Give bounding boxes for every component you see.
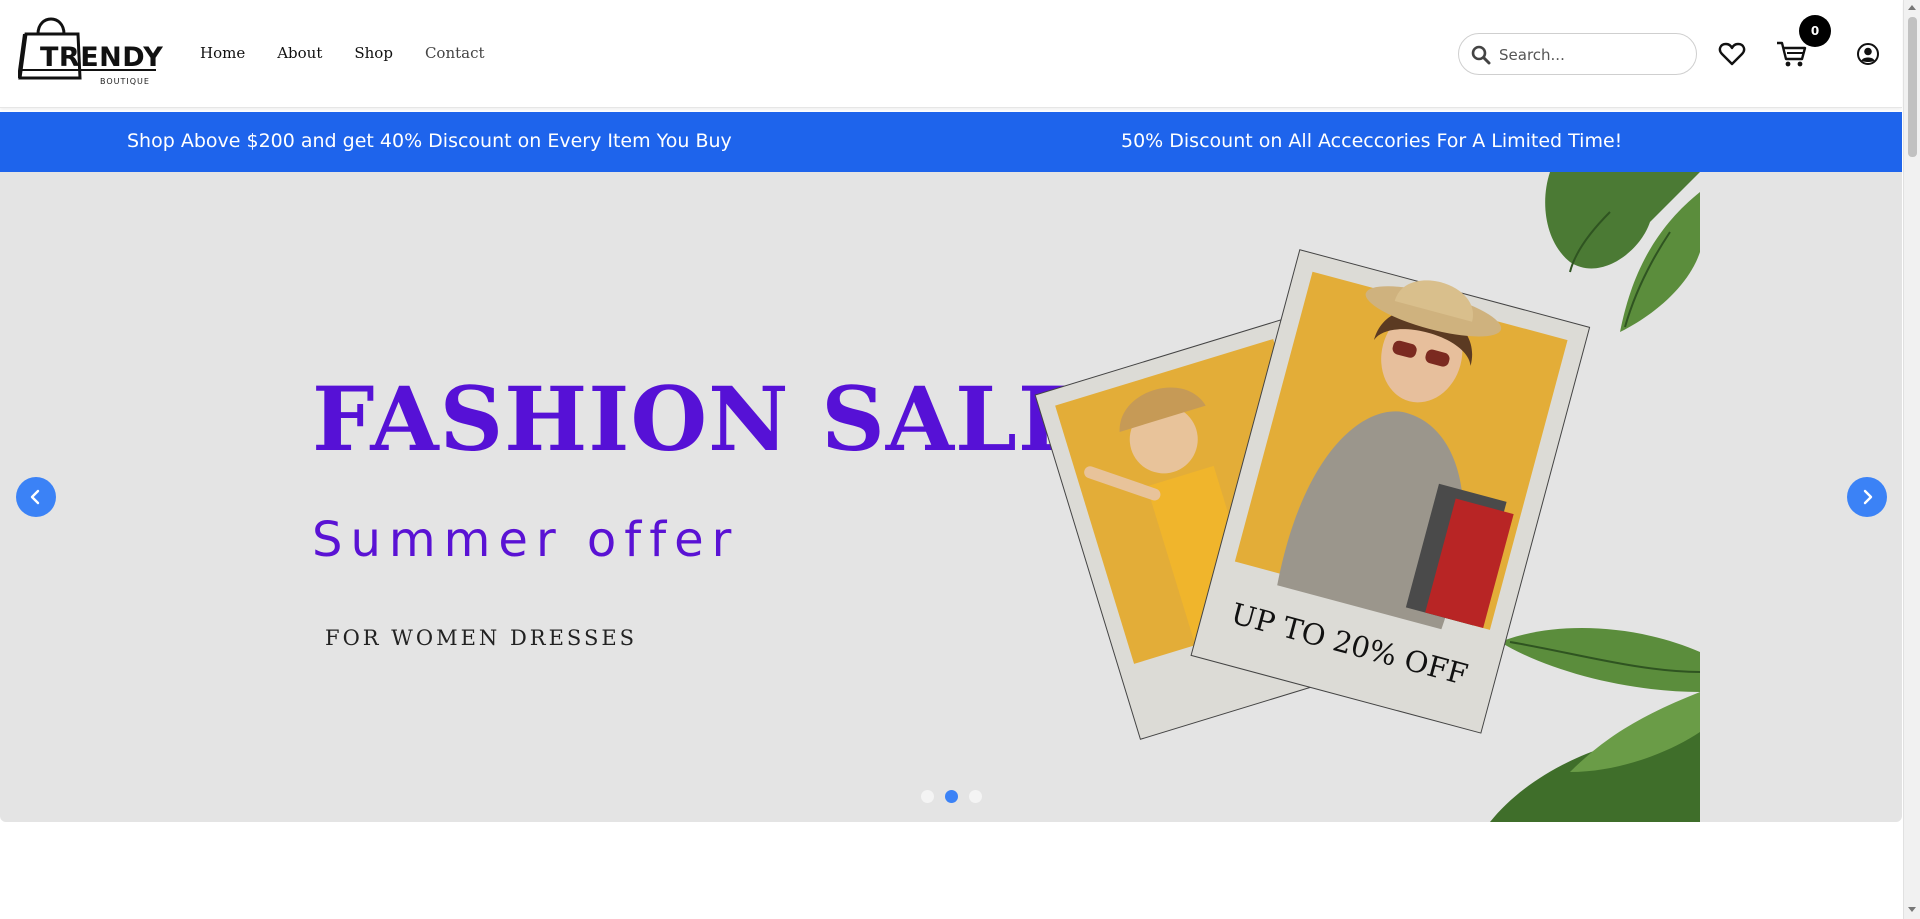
promo-text-left: Shop Above $200 and get 40% Discount on …	[127, 130, 732, 152]
nav-about[interactable]: About	[277, 44, 322, 62]
chevron-right-icon	[1863, 489, 1873, 505]
promo-text-right: 50% Discount on All Acceccories For A Li…	[1121, 130, 1623, 152]
hero-subtitle: Summer offer	[312, 512, 740, 568]
chevron-left-icon	[30, 489, 40, 505]
cart-icon[interactable]	[1776, 40, 1808, 68]
hero-image: UP TO 20% OFF	[1034, 172, 1700, 822]
carousel-dot-2[interactable]	[945, 790, 958, 803]
carousel-dot-3[interactable]	[969, 790, 982, 803]
main-nav: Home About Shop Contact	[200, 44, 485, 62]
hero-carousel: FASHION SALE! Summer offer FOR WOMEN DRE…	[0, 172, 1902, 822]
scroll-up-arrow-icon[interactable]	[1908, 5, 1916, 10]
search-input[interactable]	[1499, 42, 1684, 68]
brand-logo[interactable]: TRENDY BOUTIQUE	[17, 10, 163, 86]
carousel-prev-button[interactable]	[16, 477, 56, 517]
nav-home[interactable]: Home	[200, 44, 245, 62]
search-box[interactable]	[1458, 33, 1697, 75]
nav-contact[interactable]: Contact	[425, 44, 485, 62]
hero-title: FASHION SALE!	[312, 367, 1126, 471]
brand-tagline: BOUTIQUE	[100, 77, 150, 86]
promo-bar: Shop Above $200 and get 40% Discount on …	[0, 112, 1902, 172]
site-header: TRENDY BOUTIQUE Home About Shop Contact …	[0, 0, 1902, 108]
page-scrollbar[interactable]	[1903, 0, 1920, 919]
palm-leaf-bottom	[1490, 628, 1700, 822]
carousel-dot-1[interactable]	[921, 790, 934, 803]
user-circle-icon[interactable]	[1856, 42, 1880, 66]
nav-shop[interactable]: Shop	[354, 44, 393, 62]
carousel-next-button[interactable]	[1847, 477, 1887, 517]
heart-icon[interactable]	[1718, 40, 1746, 68]
carousel-indicators	[921, 790, 982, 803]
palm-leaf-top	[1545, 172, 1700, 332]
scroll-thumb[interactable]	[1908, 17, 1917, 157]
brand-name: TRENDY	[40, 42, 164, 73]
scroll-down-arrow-icon[interactable]	[1908, 907, 1916, 912]
hero-note: FOR WOMEN DRESSES	[325, 626, 638, 650]
cart-count-badge: 0	[1799, 15, 1831, 47]
search-icon	[1471, 45, 1491, 65]
polaroid-front: UP TO 20% OFF	[1190, 249, 1591, 734]
